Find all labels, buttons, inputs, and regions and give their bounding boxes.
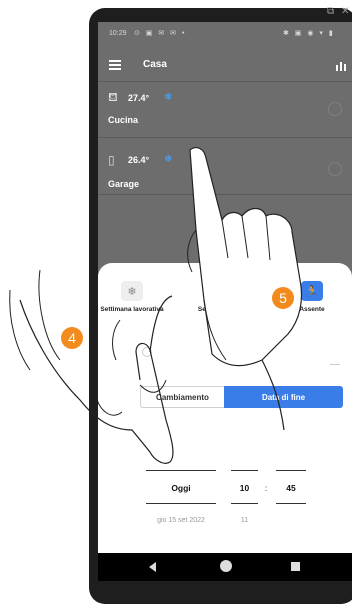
hand-illustration xyxy=(9,147,303,464)
step-badge-5: 5 xyxy=(272,287,294,309)
step-badge-4: 4 xyxy=(61,327,83,349)
